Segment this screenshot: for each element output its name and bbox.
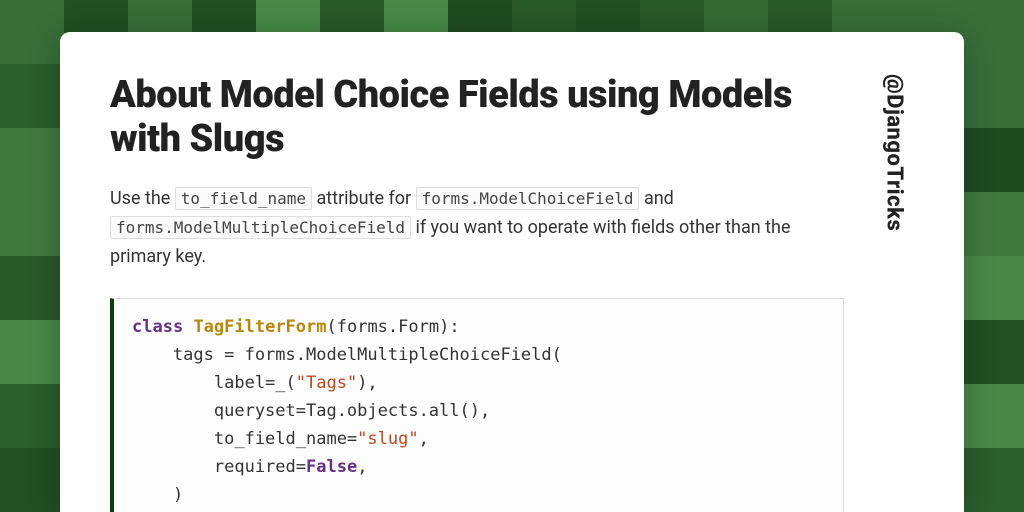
page-title: About Model Choice Fields using Models w… <box>110 74 844 161</box>
code-literal: False <box>306 457 357 477</box>
code-text: , <box>419 429 429 449</box>
author-handle: @DjangoTricks <box>882 74 907 512</box>
code-block: class TagFilterForm(forms.Form): tags = … <box>110 298 844 512</box>
code-text: required= <box>132 457 306 477</box>
code-classname: TagFilterForm <box>193 317 326 337</box>
code-text: queryset=Tag.objects.all(), <box>132 401 490 421</box>
code-string: "slug" <box>357 429 418 449</box>
description-paragraph: Use the to_field_name attribute for form… <box>110 185 844 271</box>
code-text: ) <box>132 485 183 505</box>
content-card: About Model Choice Fields using Models w… <box>60 32 964 512</box>
code-text: label=_( <box>132 373 296 393</box>
desc-text: and <box>639 188 673 209</box>
code-text: (forms.Form): <box>327 317 460 337</box>
side-column: @DjangoTricks <box>874 74 914 512</box>
code-string: "Tags" <box>296 373 357 393</box>
code-keyword: class <box>132 317 183 337</box>
main-column: About Model Choice Fields using Models w… <box>110 74 874 512</box>
code-text: ), <box>357 373 377 393</box>
code-text: tags = forms.ModelMultipleChoiceField( <box>132 345 562 365</box>
inline-code-to-field-name: to_field_name <box>175 187 312 210</box>
code-text: to_field_name= <box>132 429 357 449</box>
inline-code-modelchoicefield: forms.ModelChoiceField <box>416 187 640 210</box>
code-text: , <box>357 457 367 477</box>
inline-code-modelmultiplechoicefield: forms.ModelMultipleChoiceField <box>110 216 411 239</box>
desc-text: Use the <box>110 188 175 209</box>
desc-text: attribute for <box>312 188 416 209</box>
